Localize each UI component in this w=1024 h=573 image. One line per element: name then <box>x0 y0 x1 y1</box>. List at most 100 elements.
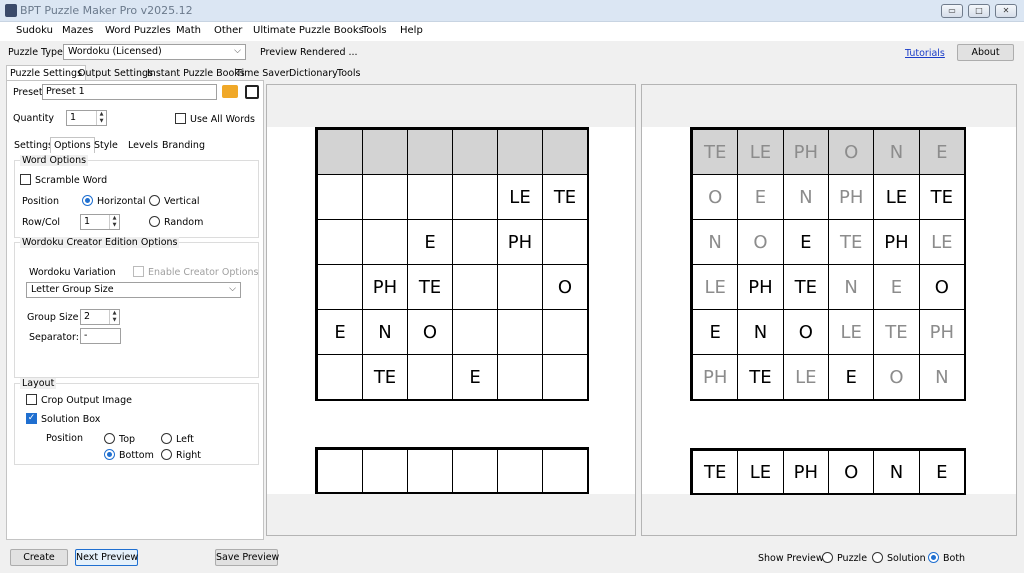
spin-arrows-icon[interactable]: ▲ ▼ <box>96 111 106 125</box>
minimize-button[interactable]: ▭ <box>941 4 963 18</box>
grid-cell: LE <box>918 219 965 265</box>
use-all-words-checkbox[interactable] <box>175 113 186 124</box>
save-disk-icon[interactable] <box>245 85 259 99</box>
horizontal-label: Horizontal <box>97 196 146 207</box>
puzzle-answer-row <box>315 447 589 494</box>
grid-cell <box>497 309 543 355</box>
grid-cell: TE <box>407 264 453 310</box>
spin-arrows-icon[interactable]: ▲ ▼ <box>109 215 119 229</box>
grid-cell: N <box>782 174 829 220</box>
show-puzzle-radio[interactable] <box>822 552 833 563</box>
menu-help[interactable]: Help <box>400 25 423 36</box>
scramble-word-checkbox[interactable] <box>20 174 31 185</box>
show-solution-radio[interactable] <box>872 552 883 563</box>
create-button[interactable]: Create <box>10 549 68 566</box>
grid-cell: PH <box>782 450 829 494</box>
random-radio[interactable] <box>149 216 160 227</box>
grid-cell: O <box>542 264 588 310</box>
grid-cell <box>452 174 498 220</box>
quantity-value: 1 <box>70 112 77 123</box>
menu-other[interactable]: Other <box>214 25 242 36</box>
grid-cell: TE <box>737 354 784 400</box>
preset-field[interactable]: Preset 1 <box>42 84 217 100</box>
grid-cell <box>317 354 363 400</box>
grid-cell: PH <box>918 309 965 355</box>
tab-tools[interactable]: Tools <box>333 65 364 81</box>
crop-output-checkbox[interactable] <box>26 394 37 405</box>
grid-cell: E <box>782 219 829 265</box>
grid-cell: N <box>873 450 920 494</box>
rowcol-stepper[interactable]: 1 ▲ ▼ <box>80 214 120 230</box>
position-left-radio[interactable] <box>161 433 172 444</box>
grid-cell: E <box>918 450 965 494</box>
about-button[interactable]: About <box>957 44 1014 61</box>
crop-output-label: Crop Output Image <box>41 395 132 406</box>
position-top-radio[interactable] <box>104 433 115 444</box>
menu-math[interactable]: Math <box>176 25 201 36</box>
solution-grid: TE LE PH O N E O E N PH LE TE N O E TE PH LE LE PH TE N E O E N O L… <box>690 127 966 401</box>
solution-box-checkbox[interactable]: ✓ <box>26 413 37 424</box>
grid-cell: E <box>873 264 920 310</box>
maximize-button[interactable]: □ <box>968 4 990 18</box>
vertical-radio[interactable] <box>149 195 160 206</box>
vertical-label: Vertical <box>164 196 200 207</box>
grid-cell: TE <box>918 174 965 220</box>
variation-value: Letter Group Size <box>31 284 114 295</box>
subtab-style[interactable]: Style <box>94 140 118 151</box>
save-preview-button[interactable]: Save Preview <box>215 549 279 566</box>
spin-arrows-icon[interactable]: ▲ ▼ <box>109 310 119 324</box>
menu-word-puzzles[interactable]: Word Puzzles <box>105 25 171 36</box>
subtab-branding[interactable]: Branding <box>162 140 205 151</box>
quantity-stepper[interactable]: 1 ▲ ▼ <box>66 110 107 126</box>
group-size-stepper[interactable]: 2 ▲ ▼ <box>80 309 120 325</box>
word-options-title: Word Options <box>20 155 89 166</box>
grid-cell <box>452 129 498 175</box>
menu-tools[interactable]: Tools <box>362 25 387 36</box>
status-text: Preview Rendered ... <box>260 47 358 58</box>
group-size-label: Group Size <box>27 312 79 323</box>
subtab-settings[interactable]: Settings <box>14 140 53 151</box>
grid-cell: E <box>692 309 739 355</box>
grid-cell: O <box>407 309 453 355</box>
grid-cell: O <box>828 450 875 494</box>
grid-cell <box>407 449 453 493</box>
random-label: Random <box>164 217 204 228</box>
grid-cell <box>542 449 588 493</box>
show-solution-label: Solution <box>887 553 926 564</box>
position-label: Position <box>22 196 59 207</box>
grid-cell <box>362 449 408 493</box>
puzzle-type-select[interactable]: Wordoku (Licensed) ⌵ <box>63 44 246 60</box>
close-button[interactable]: ✕ <box>995 4 1017 18</box>
grid-cell: TE <box>362 354 408 400</box>
open-folder-icon[interactable] <box>222 85 238 98</box>
subtab-levels[interactable]: Levels <box>128 140 158 151</box>
next-preview-button[interactable]: Next Preview <box>75 549 138 566</box>
position-bottom-radio[interactable] <box>104 449 115 460</box>
grid-cell: E <box>452 354 498 400</box>
grid-cell: PH <box>362 264 408 310</box>
menu-sudoku[interactable]: Sudoku <box>16 25 53 36</box>
grid-cell: N <box>918 354 965 400</box>
enable-creator-checkbox[interactable] <box>133 266 144 277</box>
grid-cell: O <box>918 264 965 310</box>
grid-cell: O <box>692 174 739 220</box>
show-both-radio[interactable] <box>928 552 939 563</box>
grid-cell: N <box>828 264 875 310</box>
grid-cell: PH <box>737 264 784 310</box>
grid-cell <box>407 174 453 220</box>
tutorials-link[interactable]: Tutorials <box>905 48 945 59</box>
position-right-radio[interactable] <box>161 449 172 460</box>
menu-bar: Sudoku Mazes Word Puzzles Math Other Ult… <box>0 22 1024 41</box>
separator-field[interactable]: - <box>80 328 121 344</box>
horizontal-radio[interactable] <box>82 195 93 206</box>
grid-cell: E <box>407 219 453 265</box>
menu-mazes[interactable]: Mazes <box>62 25 93 36</box>
grid-cell <box>542 129 588 175</box>
menu-ultimate-puzzle-books[interactable]: Ultimate Puzzle Books <box>253 25 364 36</box>
rowcol-label: Row/Col <box>22 217 61 228</box>
variation-select[interactable]: Letter Group Size ⌵ <box>26 282 241 298</box>
grid-cell: N <box>362 309 408 355</box>
subtab-options[interactable]: Options <box>50 137 95 153</box>
grid-cell: PH <box>497 219 543 265</box>
grid-cell <box>317 449 363 493</box>
